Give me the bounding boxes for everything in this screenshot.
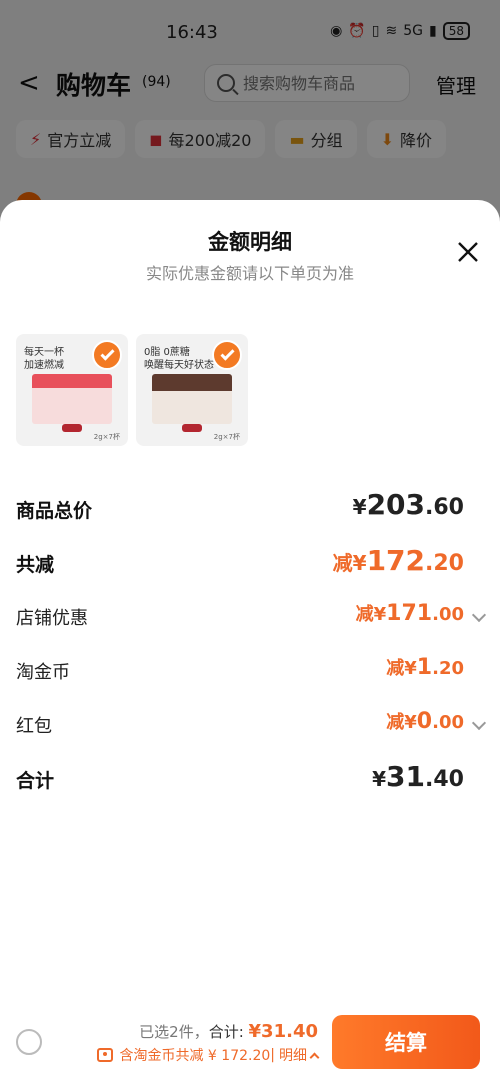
detail-link[interactable]: 明细 [279,1045,307,1065]
select-all-checkbox[interactable] [16,1029,42,1055]
checkout-button[interactable]: 结算 [332,1015,480,1069]
red-packet-value: 减¥0.00 [386,709,464,734]
sheet-title: 金额明细 [208,230,292,254]
total-value: ¥31.40 [248,1021,318,1042]
total-discount-row: 共减 减¥172.20 [16,544,484,584]
close-icon[interactable] [456,240,480,264]
product-note: 2g×7杯 [93,433,120,441]
taojinbi-label: 淘金币 [16,662,70,683]
separator: | [270,1047,275,1063]
checkmark-icon [99,346,115,361]
total-label: 合计: [208,1023,249,1041]
shop-discount-label: 店铺优惠 [16,608,88,629]
red-packet-label: 红包 [16,716,52,737]
discount-summary[interactable]: 含淘金币共减 ¥ 172.20 | 明细 [97,1045,320,1065]
checkout-bar: 已选2件，合计: ¥31.40 含淘金币共减 ¥ 172.20 | 明细 结算 [0,1005,500,1085]
taojinbi-value: 减¥1.20 [386,655,464,680]
product-image [32,374,112,424]
selected-products: 每天一杯 加速燃减 2g×7杯 0脂 0蔗糖 唤醒每天好状态 2g×7杯 [16,334,248,446]
product-image [152,374,232,424]
product-note: 2g×7杯 [213,433,240,441]
goods-total-value: ¥203.60 [352,488,464,521]
product-pack [62,424,82,432]
selected-count: 已选2件， [139,1023,209,1041]
checkmark-icon [219,346,235,361]
selected-summary: 已选2件，合计: ¥31.40 [139,1021,318,1042]
total-discount-value: 减¥172.20 [332,544,464,577]
amount-detail-sheet: 金额明细 实际优惠金额请以下单页为准 每天一杯 加速燃减 2g×7杯 0脂 0蔗… [0,200,500,1085]
shop-discount-value: 减¥171.00 [355,601,464,626]
discount-text: 含淘金币共减 ¥ 172.20 [119,1048,271,1064]
chevron-down-icon [471,715,487,731]
goods-total-label: 商品总价 [16,500,93,522]
chevron-up-icon [309,1052,320,1062]
sum-row: 合计 ¥31.40 [16,760,484,800]
product-thumbnail[interactable]: 每天一杯 加速燃减 2g×7杯 [16,334,128,446]
shop-discount-row[interactable]: 店铺优惠 减¥171.00 [16,600,487,640]
dim-overlay[interactable] [0,0,500,230]
sheet-subtitle: 实际优惠金额请以下单页为准 [145,264,354,283]
product-thumbnail[interactable]: 0脂 0蔗糖 唤醒每天好状态 2g×7杯 [136,334,248,446]
chevron-down-icon [471,607,487,623]
red-packet-row[interactable]: 红包 减¥0.00 [16,708,487,748]
product-tagline: 0脂 0蔗糖 唤醒每天好状态 [144,347,214,371]
product-tagline: 每天一杯 加速燃减 [24,347,64,371]
total-discount-label: 共减 [16,554,55,576]
sum-value: ¥31.40 [372,760,464,793]
coupon-icon [97,1048,114,1062]
goods-total-row: 商品总价 ¥203.60 [16,488,484,528]
product-pack [182,424,202,432]
taojinbi-row: 淘金币 减¥1.20 [16,654,484,694]
selected-check[interactable] [92,340,122,370]
sum-label: 合计 [16,770,55,792]
selected-check[interactable] [212,340,242,370]
